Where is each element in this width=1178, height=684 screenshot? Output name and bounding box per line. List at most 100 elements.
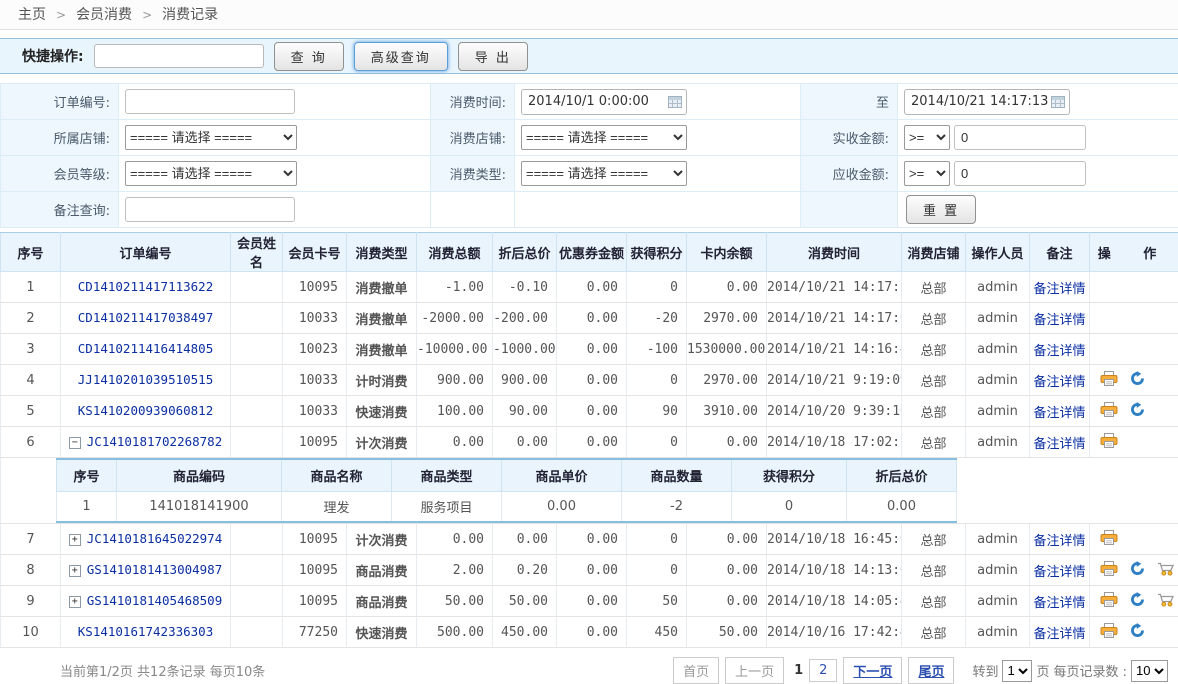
note-detail-link[interactable]: 备注详情 xyxy=(1033,375,1085,390)
time-from-input[interactable]: 2014/10/1 0:00:00 xyxy=(521,89,687,115)
consume-type: 计次消费 xyxy=(347,524,417,555)
note-query-input[interactable] xyxy=(125,197,295,222)
coupon-amount: 0.00 xyxy=(557,524,627,555)
coupon-amount: 0.00 xyxy=(557,427,627,458)
card-balance: 50.00 xyxy=(687,617,767,648)
column-header: 获得积分 xyxy=(627,233,687,272)
operator: admin xyxy=(966,396,1030,427)
order-number-link[interactable]: JC1410181645022974 xyxy=(87,531,222,546)
undo-icon[interactable] xyxy=(1130,561,1145,580)
order-no-input[interactable] xyxy=(125,89,295,114)
received-amount-input[interactable] xyxy=(954,125,1086,150)
order-number-cell: + JC1410181645022974 xyxy=(61,524,231,555)
member-level-select[interactable]: ===== 请选择 ===== xyxy=(125,161,297,186)
cart-icon[interactable] xyxy=(1157,592,1176,611)
consume-store: 总部 xyxy=(902,396,966,427)
print-icon[interactable] xyxy=(1100,623,1118,642)
consume-time: 2014/10/21 14:17:03 xyxy=(767,303,902,334)
breadcrumb-home[interactable]: 主页 xyxy=(18,7,46,23)
expand-icon[interactable]: + xyxy=(69,534,81,546)
note-detail-link[interactable]: 备注详情 xyxy=(1033,627,1085,642)
discounted-total: 50.00 xyxy=(493,586,557,617)
prev-page-button[interactable]: 上一页 xyxy=(725,657,784,684)
own-store-label: 所属店铺: xyxy=(1,120,119,156)
operations-cell xyxy=(1090,427,1178,458)
own-store-select[interactable]: ===== 请选择 ===== xyxy=(125,125,297,150)
undo-icon[interactable] xyxy=(1130,623,1145,642)
quick-operation-label: 快捷操作: xyxy=(22,46,84,66)
note-cell: 备注详情 xyxy=(1030,334,1090,365)
export-button[interactable]: 导 出 xyxy=(458,42,528,71)
note-detail-link[interactable]: 备注详情 xyxy=(1033,313,1085,328)
order-number-link[interactable]: KS1410161742336303 xyxy=(78,624,213,639)
consume-total: -1.00 xyxy=(417,272,493,303)
advanced-query-button[interactable]: 高级查询 xyxy=(354,42,448,71)
print-icon[interactable] xyxy=(1100,371,1118,390)
order-number-cell: KS1410161742336303 xyxy=(61,617,231,648)
last-page-button[interactable]: 尾页 xyxy=(908,657,954,684)
received-amount-label: 实收金额: xyxy=(801,120,898,156)
operator: admin xyxy=(966,272,1030,303)
undo-icon[interactable] xyxy=(1130,371,1145,390)
goto-label: 转到 xyxy=(972,661,998,680)
per-page-select[interactable]: 10 xyxy=(1131,660,1168,682)
member-card-no: 10095 xyxy=(283,272,347,303)
column-header: 消费总额 xyxy=(417,233,493,272)
note-detail-link[interactable]: 备注详情 xyxy=(1033,534,1085,549)
order-number-link[interactable]: CD1410211417113622 xyxy=(78,279,213,294)
note-detail-link[interactable]: 备注详情 xyxy=(1033,406,1085,421)
calendar-icon[interactable] xyxy=(668,96,682,108)
expand-icon[interactable]: + xyxy=(69,596,81,608)
consume-type: 计次消费 xyxy=(347,427,417,458)
first-page-button[interactable]: 首页 xyxy=(673,657,719,684)
calendar-icon[interactable] xyxy=(1051,96,1065,108)
points-gained: 50 xyxy=(627,586,687,617)
order-number-link[interactable]: CD1410211417038497 xyxy=(78,310,213,325)
receivable-operator-select[interactable]: >= xyxy=(904,161,950,186)
expand-icon[interactable]: + xyxy=(69,565,81,577)
receivable-amount-input[interactable] xyxy=(954,161,1086,186)
filter-panel: 订单编号: 消费时间: 2014/10/1 0:00:00 至 2014/10/… xyxy=(0,83,1178,228)
undo-icon[interactable] xyxy=(1130,592,1145,611)
order-number-link[interactable]: KS1410200939060812 xyxy=(78,403,213,418)
time-to-input[interactable]: 2014/10/21 14:17:13 xyxy=(904,89,1070,115)
collapse-icon[interactable]: − xyxy=(69,437,81,449)
note-detail-link[interactable]: 备注详情 xyxy=(1033,344,1085,359)
operations-cell xyxy=(1090,303,1178,334)
page-2-button[interactable]: 2 xyxy=(809,659,837,682)
order-number-link[interactable]: GS1410181405468509 xyxy=(87,593,222,608)
received-operator-select[interactable]: >= xyxy=(904,125,950,150)
print-icon[interactable] xyxy=(1100,530,1118,549)
order-number-link[interactable]: JC1410181702268782 xyxy=(87,434,222,449)
print-icon[interactable] xyxy=(1100,561,1118,580)
card-balance: 0.00 xyxy=(687,524,767,555)
consume-store-select[interactable]: ===== 请选择 ===== xyxy=(521,125,687,150)
consume-total: 0.00 xyxy=(417,427,493,458)
order-number-link[interactable]: CD1410211416414805 xyxy=(78,341,213,356)
note-detail-link[interactable]: 备注详情 xyxy=(1033,596,1085,611)
note-detail-link[interactable]: 备注详情 xyxy=(1033,282,1085,297)
note-cell: 备注详情 xyxy=(1030,524,1090,555)
goto-page-select[interactable]: 1 xyxy=(1002,660,1032,682)
note-cell: 备注详情 xyxy=(1030,555,1090,586)
cart-icon[interactable] xyxy=(1157,561,1176,580)
quick-search-input[interactable] xyxy=(94,44,264,68)
next-page-button[interactable]: 下一页 xyxy=(843,657,902,684)
consume-total: 2.00 xyxy=(417,555,493,586)
order-number-link[interactable]: JJ1410201039510515 xyxy=(78,372,213,387)
print-icon[interactable] xyxy=(1100,433,1118,452)
query-button[interactable]: 查 询 xyxy=(274,42,344,71)
breadcrumb-member-consume[interactable]: 会员消费 xyxy=(76,7,132,23)
undo-icon[interactable] xyxy=(1130,402,1145,421)
table-row: 6−JC141018170226878210095计次消费0.000.000.0… xyxy=(1,427,1178,458)
note-detail-link[interactable]: 备注详情 xyxy=(1033,437,1085,452)
note-detail-link[interactable]: 备注详情 xyxy=(1033,565,1085,580)
consume-store: 总部 xyxy=(902,524,966,555)
reset-button[interactable]: 重 置 xyxy=(906,195,976,224)
table-row: 9+GS141018140546850910095商品消费50.0050.000… xyxy=(1,586,1178,617)
print-icon[interactable] xyxy=(1100,402,1118,421)
print-icon[interactable] xyxy=(1100,592,1118,611)
consume-type-select[interactable]: ===== 请选择 ===== xyxy=(521,161,687,186)
table-row: 5KS141020093906081210033快速消费100.0090.000… xyxy=(1,396,1178,427)
order-number-link[interactable]: GS1410181413004987 xyxy=(87,562,222,577)
